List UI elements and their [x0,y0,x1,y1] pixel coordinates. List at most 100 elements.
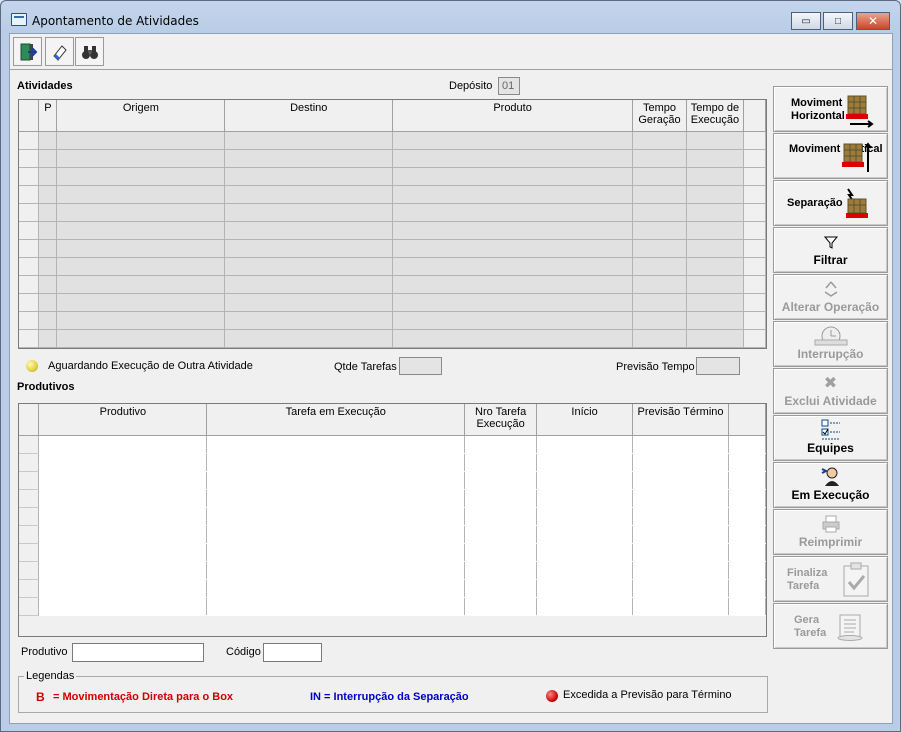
table-cell[interactable] [392,203,633,222]
alterar-operacao-button[interactable]: Alterar Operação [773,274,888,320]
table-cell[interactable] [632,149,687,168]
table-cell[interactable] [224,221,394,240]
col-produtivo[interactable]: Produtivo [38,404,208,436]
table-cell[interactable] [686,311,744,330]
table-row[interactable] [19,525,766,544]
table-row[interactable] [19,167,766,186]
table-row[interactable] [19,471,766,490]
table-cell[interactable] [224,293,394,312]
table-cell[interactable] [56,149,226,168]
table-cell[interactable] [743,329,766,348]
minimize-button[interactable]: ▭ [791,12,821,30]
table-cell[interactable] [392,257,633,276]
table-cell[interactable] [632,597,729,616]
title-bar[interactable]: Apontamento de Atividades ▭ □ ✕ [1,1,900,33]
table-cell[interactable] [536,561,634,580]
table-cell[interactable] [536,453,634,472]
table-cell[interactable] [38,167,58,186]
table-cell[interactable] [56,221,226,240]
table-cell[interactable] [632,453,729,472]
table-cell[interactable] [686,185,744,204]
table-cell[interactable] [56,131,226,150]
table-cell[interactable] [38,131,58,150]
table-cell[interactable] [632,257,687,276]
produtivos-grid[interactable]: Produtivo Tarefa em Execução Nro Tarefa … [18,403,767,637]
col-destino[interactable]: Destino [224,100,394,132]
em-execucao-button[interactable]: Em Execução [773,462,888,508]
table-cell[interactable] [19,507,40,526]
table-cell[interactable] [728,489,766,508]
col-previsao-termino[interactable]: Previsão Término [632,404,729,436]
table-cell[interactable] [38,185,58,204]
table-cell[interactable] [728,597,766,616]
table-cell[interactable] [19,597,40,616]
table-cell[interactable] [686,257,744,276]
table-cell[interactable] [392,149,633,168]
table-row[interactable] [19,435,766,454]
table-cell[interactable] [19,275,40,294]
table-cell[interactable] [632,579,729,598]
table-cell[interactable] [728,453,766,472]
table-row[interactable] [19,311,766,330]
table-row[interactable] [19,597,766,616]
table-cell[interactable] [686,203,744,222]
table-cell[interactable] [728,435,766,454]
table-cell[interactable] [19,525,40,544]
table-cell[interactable] [686,221,744,240]
table-cell[interactable] [392,275,633,294]
table-row[interactable] [19,561,766,580]
filtrar-button[interactable]: Filtrar [773,227,888,273]
table-cell[interactable] [632,275,687,294]
table-cell[interactable] [632,329,687,348]
table-row[interactable] [19,239,766,258]
moviment-vertical-button[interactable]: Moviment Vertical [773,133,888,179]
table-row[interactable] [19,507,766,526]
table-cell[interactable] [743,275,766,294]
table-cell[interactable] [56,203,226,222]
table-cell[interactable] [743,167,766,186]
table-cell[interactable] [536,471,634,490]
table-cell[interactable] [536,597,634,616]
col-inicio[interactable]: Início [536,404,634,436]
atividades-grid[interactable]: P Origem Destino Produto Tempo Geração T… [18,99,767,349]
table-cell[interactable] [38,293,58,312]
table-cell[interactable] [206,489,466,508]
table-cell[interactable] [206,561,466,580]
table-cell[interactable] [686,275,744,294]
table-cell[interactable] [56,257,226,276]
produtivo-input[interactable] [72,643,204,662]
table-cell[interactable] [743,131,766,150]
table-cell[interactable] [38,507,208,526]
table-cell[interactable] [632,239,687,258]
table-cell[interactable] [56,275,226,294]
table-cell[interactable] [536,489,634,508]
table-cell[interactable] [464,597,538,616]
table-cell[interactable] [536,543,634,562]
table-cell[interactable] [38,311,58,330]
interrupcao-button[interactable]: Interrupção [773,321,888,367]
table-cell[interactable] [632,167,687,186]
col-tempo-execucao[interactable]: Tempo de Execução [686,100,744,132]
col-produto[interactable]: Produto [392,100,633,132]
table-row[interactable] [19,185,766,204]
table-cell[interactable] [392,131,633,150]
table-cell[interactable] [38,543,208,562]
table-cell[interactable] [19,543,40,562]
table-cell[interactable] [728,525,766,544]
table-cell[interactable] [464,507,538,526]
close-button[interactable]: ✕ [856,12,890,30]
table-cell[interactable] [19,257,40,276]
table-cell[interactable] [632,203,687,222]
table-cell[interactable] [224,257,394,276]
table-cell[interactable] [686,167,744,186]
table-cell[interactable] [686,239,744,258]
table-cell[interactable] [392,167,633,186]
table-cell[interactable] [728,471,766,490]
table-cell[interactable] [56,185,226,204]
table-cell[interactable] [536,507,634,526]
moviment-horizontal-button[interactable]: Moviment Horizontal [773,86,888,132]
table-cell[interactable] [38,597,208,616]
table-cell[interactable] [224,203,394,222]
table-row[interactable] [19,203,766,222]
table-cell[interactable] [38,257,58,276]
